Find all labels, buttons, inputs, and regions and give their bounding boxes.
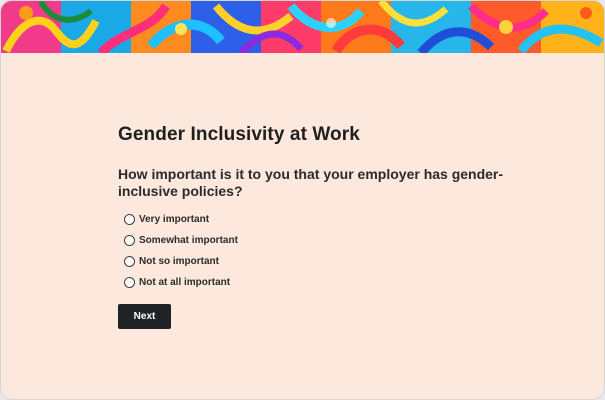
option-somewhat-important[interactable]: Somewhat important bbox=[124, 230, 238, 251]
option-label: Not so important bbox=[139, 256, 219, 267]
option-not-at-all-important[interactable]: Not at all important bbox=[124, 272, 238, 293]
option-label: Somewhat important bbox=[139, 235, 238, 246]
question-text: How important is it to you that your emp… bbox=[118, 166, 504, 199]
radio-button[interactable] bbox=[124, 235, 135, 246]
option-not-so-important[interactable]: Not so important bbox=[124, 251, 238, 272]
survey-title: Gender Inclusivity at Work bbox=[118, 124, 360, 145]
radio-button[interactable] bbox=[124, 256, 135, 267]
option-very-important[interactable]: Very important bbox=[124, 209, 238, 230]
answer-options: Very important Somewhat important Not so… bbox=[124, 209, 238, 293]
next-button[interactable]: Next bbox=[118, 304, 171, 329]
option-label: Not at all important bbox=[139, 277, 231, 288]
option-label: Very important bbox=[139, 214, 210, 225]
radio-button[interactable] bbox=[124, 214, 135, 225]
radio-button[interactable] bbox=[124, 277, 135, 288]
survey-card: Gender Inclusivity at Work How important… bbox=[0, 0, 605, 400]
banner-image bbox=[1, 1, 604, 53]
